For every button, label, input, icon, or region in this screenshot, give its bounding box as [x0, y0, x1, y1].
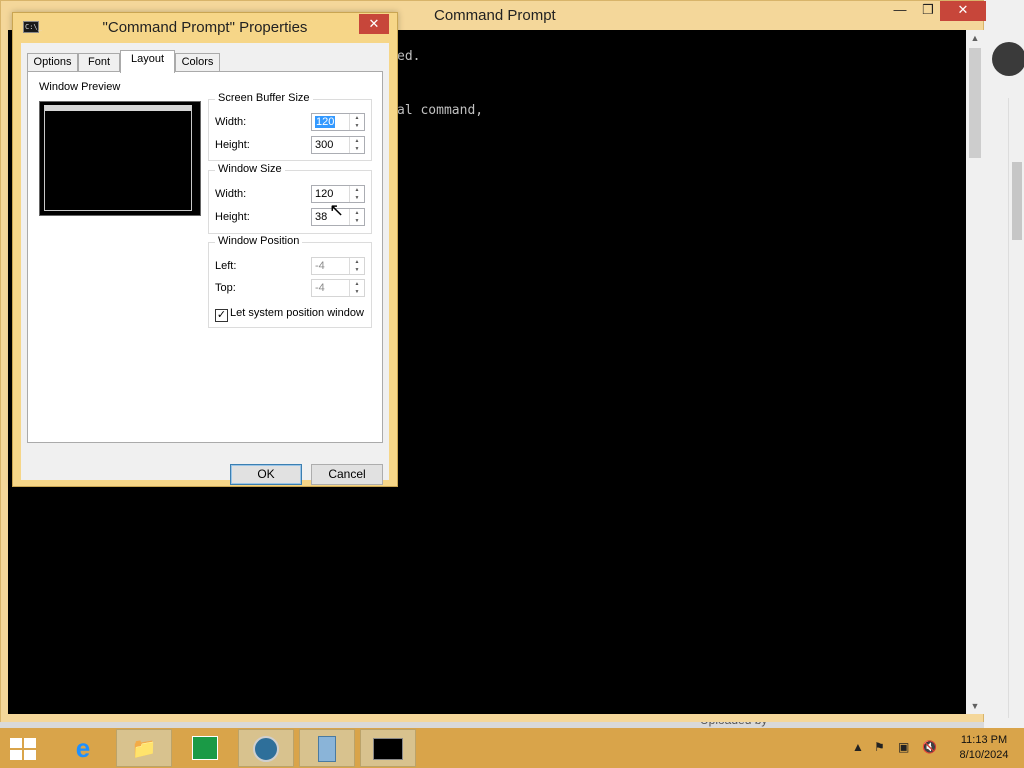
start-button[interactable]	[0, 729, 56, 767]
network-icon[interactable]: ▣	[898, 740, 909, 754]
screen-buffer-label: Screen Buffer Size	[215, 92, 313, 104]
taskbar-clock[interactable]: 11:13 PM 8/10/2024	[944, 733, 1024, 763]
buffer-height-spin-buttons[interactable]: ▲ ▼	[349, 137, 364, 153]
buffer-height-label: Height:	[215, 139, 250, 151]
tab-font[interactable]: Font	[78, 53, 120, 72]
spin-down-icon[interactable]: ▼	[350, 288, 364, 296]
window-position-group: Window Position Left: -4 ▲ ▼ Top: -4 ▲ ▼ ✓…	[208, 235, 372, 328]
file-explorer-icon[interactable]: 📁	[116, 729, 172, 767]
window-position-label: Window Position	[215, 235, 303, 247]
layout-panel: Window Preview Screen Buffer Size Width:…	[27, 71, 383, 443]
windows-store-icon[interactable]	[177, 729, 233, 767]
let-system-position-label[interactable]: Let system position window	[230, 307, 364, 319]
window-size-label: Window Size	[215, 163, 285, 175]
let-system-position-checkbox[interactable]: ✓ Let system position window	[215, 307, 364, 322]
buffer-width-spin-buttons[interactable]: ▲ ▼	[349, 114, 364, 130]
background-scrollbar[interactable]	[1008, 98, 1024, 718]
checkmark-icon[interactable]: ✓	[215, 309, 228, 322]
position-left-spin-buttons[interactable]: ▲ ▼	[349, 258, 364, 274]
maximize-button[interactable]: ❒	[913, 1, 943, 21]
window-width-value[interactable]: 120	[315, 188, 333, 200]
spin-down-icon[interactable]: ▼	[350, 122, 364, 130]
window-preview-label: Window Preview	[39, 81, 121, 93]
dialog-title: "Command Prompt" Properties	[102, 19, 308, 36]
position-left-stepper[interactable]: -4 ▲ ▼	[311, 257, 365, 275]
scroll-down-icon[interactable]: ▼	[966, 698, 984, 714]
position-left-label: Left:	[215, 260, 237, 272]
position-top-value: -4	[315, 282, 325, 294]
mouse-cursor-icon: ↖	[329, 200, 345, 220]
dialog-close-button[interactable]: ✕	[359, 14, 389, 34]
background-scroll-thumb[interactable]	[1012, 162, 1022, 240]
volume-muted-icon[interactable]: 🔇	[922, 740, 937, 754]
minimize-button[interactable]: —	[885, 1, 915, 21]
console-line: ed.	[397, 49, 421, 64]
scroll-up-icon[interactable]: ▲	[966, 30, 984, 46]
close-button[interactable]: ✕	[940, 1, 986, 21]
buffer-height-value[interactable]: 300	[315, 139, 333, 151]
background-round-button[interactable]	[992, 42, 1024, 76]
show-hidden-icons-chevron-icon[interactable]: ▲	[852, 740, 864, 754]
console-scroll-thumb[interactable]	[969, 48, 981, 158]
spin-up-icon[interactable]: ▲	[350, 280, 364, 288]
buffer-width-value[interactable]: 120	[315, 116, 336, 128]
browser-icon[interactable]	[238, 729, 294, 767]
spin-up-icon[interactable]: ▲	[350, 258, 364, 266]
properties-dialog: C:\_ "Command Prompt" Properties ✕ Optio…	[12, 12, 398, 487]
spin-down-icon[interactable]: ▼	[350, 145, 364, 153]
dialog-body: Options Font Layout Colors Window Previe…	[21, 43, 389, 485]
console-line: al command,	[397, 103, 484, 118]
windows-logo-icon	[10, 738, 38, 760]
command-prompt-taskbar-icon[interactable]	[360, 729, 416, 767]
console-scrollbar[interactable]: ▲ ▼	[966, 30, 984, 714]
spin-up-icon[interactable]: ▲	[350, 209, 364, 217]
clock-time: 11:13 PM	[960, 734, 1008, 746]
window-width-label: Width:	[215, 188, 247, 200]
window-preview	[39, 101, 201, 216]
position-left-value: -4	[315, 260, 325, 272]
buffer-width-stepper[interactable]: 120 ▲ ▼	[311, 113, 365, 131]
dialog-titlebar[interactable]: C:\_ "Command Prompt" Properties ✕	[13, 13, 397, 43]
tab-colors[interactable]: Colors	[175, 53, 220, 72]
clock-date: 8/10/2024	[959, 749, 1009, 761]
cancel-button[interactable]: Cancel	[311, 464, 383, 485]
file-manager-icon[interactable]	[299, 729, 355, 767]
position-top-stepper[interactable]: -4 ▲ ▼	[311, 279, 365, 297]
spin-down-icon[interactable]: ▼	[350, 217, 364, 225]
window-height-spin-buttons[interactable]: ▲ ▼	[349, 209, 364, 225]
action-center-flag-icon[interactable]: ⚑	[874, 740, 885, 754]
spin-down-icon[interactable]: ▼	[350, 266, 364, 274]
spin-down-icon[interactable]: ▼	[350, 194, 364, 202]
buffer-height-stepper[interactable]: 300 ▲ ▼	[311, 136, 365, 154]
window-preview-frame	[44, 105, 192, 211]
system-tray: ▲ ⚑ ▣ 🔇 11:13 PM 8/10/2024	[850, 728, 1024, 768]
taskbar: e 📁 ▲ ⚑ ▣ 🔇 11:13 PM 8/10/2024	[0, 728, 1024, 768]
buffer-width-label: Width:	[215, 116, 247, 128]
screen-buffer-group: Screen Buffer Size Width: 120 ▲ ▼ Height:…	[208, 92, 372, 161]
position-top-spin-buttons[interactable]: ▲ ▼	[349, 280, 364, 296]
window-height-label: Height:	[215, 211, 250, 223]
spin-up-icon[interactable]: ▲	[350, 114, 364, 122]
command-prompt-title: Command Prompt	[434, 7, 556, 24]
tab-layout[interactable]: Layout	[120, 50, 175, 73]
internet-explorer-icon[interactable]: e	[55, 729, 111, 767]
window-size-group: Window Size Width: 120 ▲ ▼ Height: 38 ▲ ▼	[208, 163, 372, 234]
tab-options[interactable]: Options	[27, 53, 78, 72]
console-bottom-border	[1, 714, 983, 722]
ok-button[interactable]: OK	[230, 464, 302, 485]
window-width-spin-buttons[interactable]: ▲ ▼	[349, 186, 364, 202]
spin-up-icon[interactable]: ▲	[350, 137, 364, 145]
spin-up-icon[interactable]: ▲	[350, 186, 364, 194]
window-height-value[interactable]: 38	[315, 211, 327, 223]
background-window	[984, 0, 1024, 728]
position-top-label: Top:	[215, 282, 236, 294]
